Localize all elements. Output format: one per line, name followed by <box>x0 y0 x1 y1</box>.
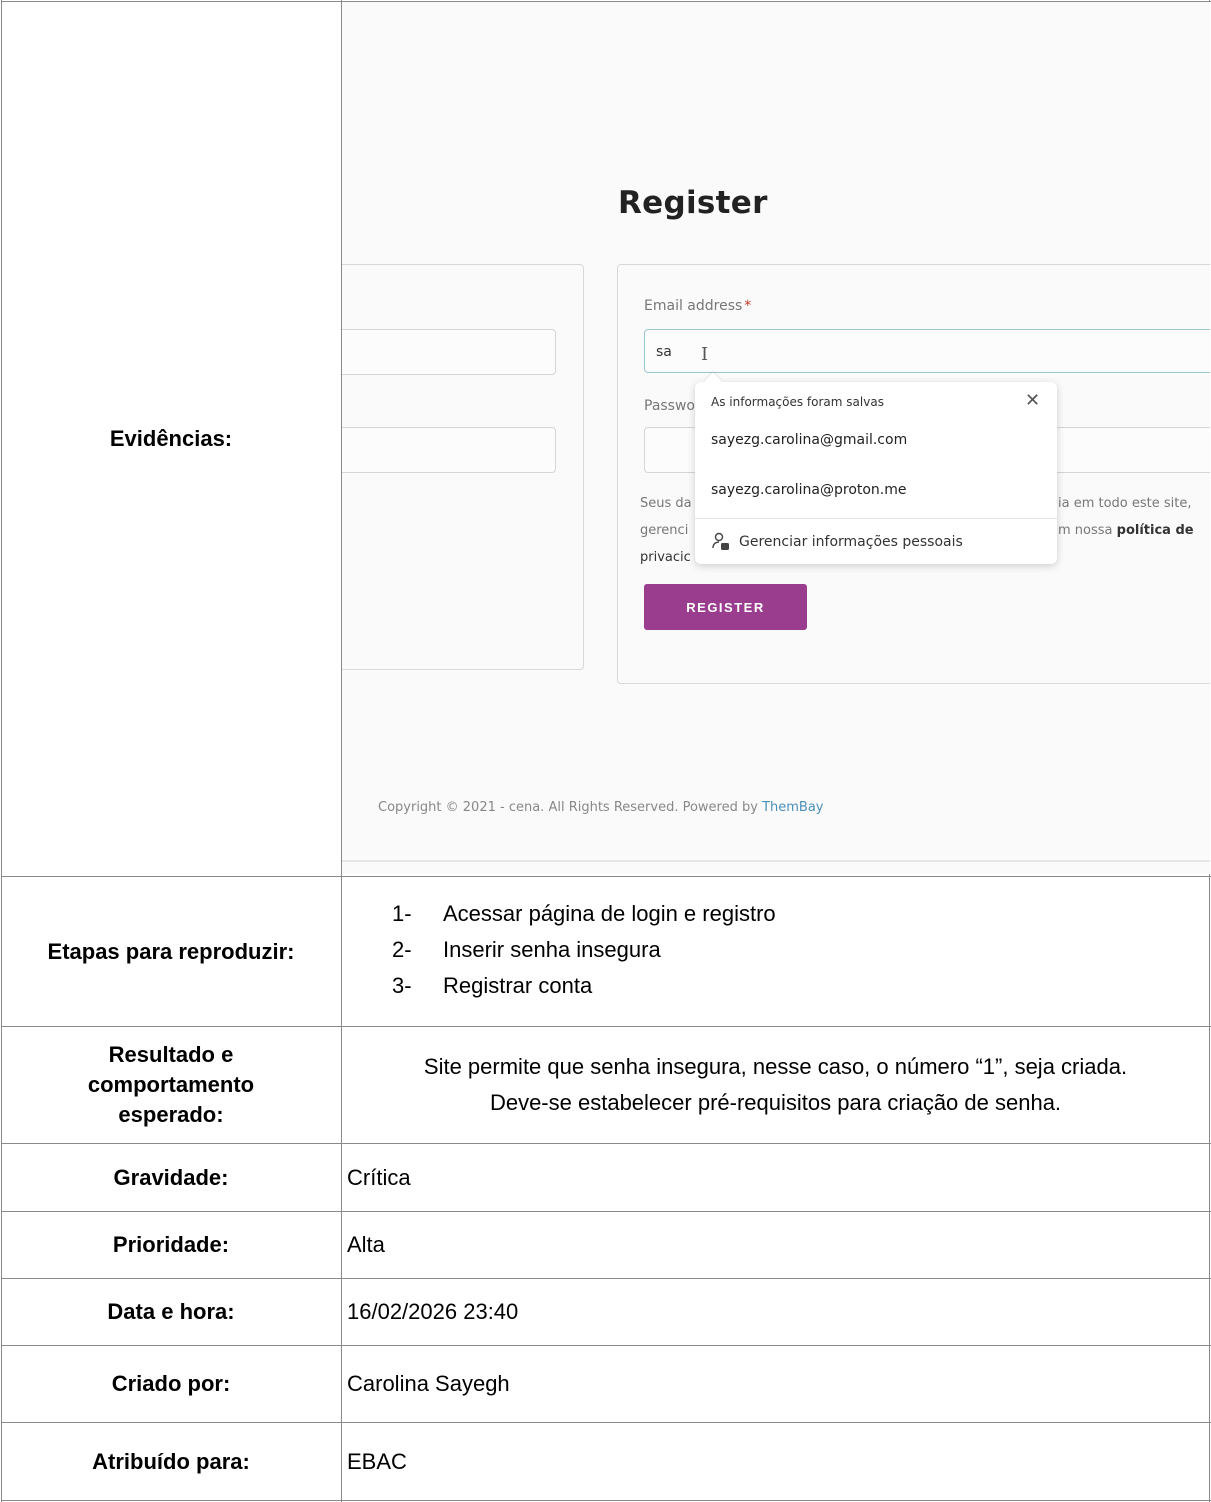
assigned-to-label: Atribuído para: <box>92 1448 250 1474</box>
result-label-line: comportamento <box>87 1072 255 1097</box>
created-by-label: Criado por: <box>111 1371 231 1396</box>
list-item: 1- Acessar página de login e registro <box>392 896 776 932</box>
thembay-link[interactable]: ThemBay <box>762 800 823 815</box>
result-label-line: esperado: <box>118 1102 224 1127</box>
email-input[interactable]: sa <box>644 329 1210 373</box>
list-item: 2- Inserir senha insegura <box>392 932 776 968</box>
privacy-line2-right: m nossa política de <box>1058 523 1194 538</box>
copyright: Copyright © 2021 - cena. All Rights Rese… <box>378 800 824 815</box>
text-cursor-icon: I <box>701 344 709 365</box>
privacy-line1-left: Seus da <box>640 496 692 511</box>
footer-divider <box>342 860 1210 862</box>
list-item: 3- Registrar conta <box>392 968 776 1004</box>
table-border-bottom <box>1 1500 1211 1501</box>
evidence-screenshot: Register Email address * sa I Passwo Seus… <box>342 2 1210 874</box>
email-label: Email address * <box>644 298 752 314</box>
login-username-input[interactable] <box>342 329 556 375</box>
autofill-item[interactable]: sayezg.carolina@proton.me <box>711 482 907 498</box>
autofill-item[interactable]: sayezg.carolina@gmail.com <box>711 432 907 448</box>
steps-list: 1- Acessar página de login e registro 2- I… <box>392 896 776 1004</box>
result-line: Deve-se estabelecer pré-requisitos para … <box>489 1090 1062 1115</box>
login-password-input[interactable] <box>342 427 556 473</box>
severity-label: Gravidade: <box>113 1164 229 1190</box>
person-card-icon <box>712 532 729 550</box>
manage-personal-info[interactable]: Gerenciar informações pessoais <box>711 532 963 552</box>
privacy-line1-right: ia em todo este site, <box>1058 496 1192 511</box>
assigned-to-value: EBAC <box>347 1448 407 1474</box>
datetime-label: Data e hora: <box>107 1299 235 1324</box>
evidence-label: Evidências: <box>109 426 233 451</box>
autofill-title: As informações foram salvas <box>711 395 884 409</box>
result-line: Site permite que senha insegura, nesse c… <box>423 1054 1128 1079</box>
autofill-popup: As informações foram salvas ✕ sayezg.car… <box>695 372 1057 564</box>
steps-label: Etapas para reproduzir: <box>47 938 295 964</box>
privacy-policy-link[interactable]: política de <box>1117 523 1194 538</box>
manage-label: Gerenciar informações pessoais <box>739 534 963 550</box>
step-number: 2- <box>392 937 412 962</box>
register-title: Register <box>618 185 768 221</box>
register-button[interactable]: REGISTER <box>644 584 807 630</box>
result-label: Resultado e comportamento esperado: <box>1 1027 341 1143</box>
privacy-line3-left: privacic <box>640 550 691 565</box>
priority-label: Prioridade: <box>112 1232 230 1257</box>
result-value: Site permite que senha insegura, nesse c… <box>341 1027 1210 1143</box>
required-mark: * <box>744 298 752 314</box>
step-number: 1- <box>392 901 412 926</box>
step-text: Acessar página de login e registro <box>443 901 776 926</box>
step-number: 3- <box>392 973 412 998</box>
step-text: Inserir senha insegura <box>443 937 661 962</box>
autofill-divider <box>695 518 1057 519</box>
severity-value: Crítica <box>347 1164 411 1190</box>
result-label-line: Resultado e <box>108 1042 234 1067</box>
password-label: Passwo <box>644 398 695 414</box>
created-by-value: Carolina Sayegh <box>347 1371 510 1396</box>
datetime-value: 16/02/2026 23:40 <box>347 1299 519 1324</box>
close-icon[interactable]: ✕ <box>1025 390 1040 411</box>
priority-value: Alta <box>347 1232 385 1257</box>
step-text: Registrar conta <box>443 973 593 998</box>
privacy-line2-left: gerenci <box>640 523 689 538</box>
